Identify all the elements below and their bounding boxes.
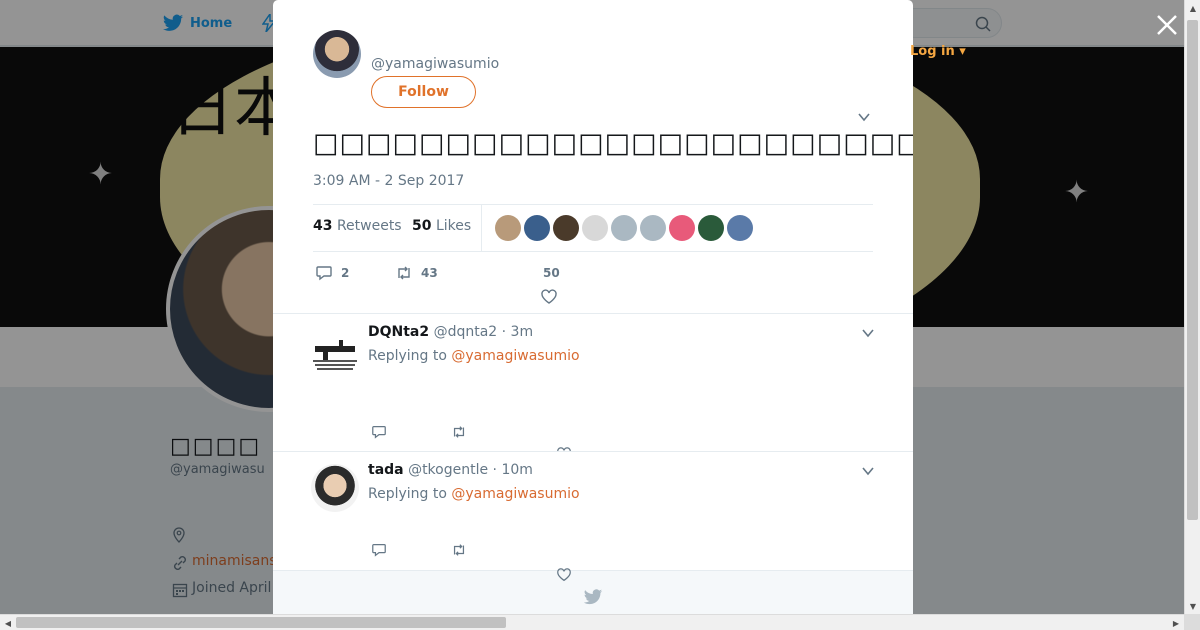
chevron-down-icon[interactable] <box>861 464 875 478</box>
reply-author-handle: @dqnta2 <box>433 324 498 340</box>
reply-time[interactable]: · 10m <box>493 462 533 478</box>
liker-avatar[interactable] <box>698 215 724 241</box>
likes-label: Likes <box>435 218 472 234</box>
heart-icon[interactable] <box>540 288 558 306</box>
reply-icon[interactable] <box>371 424 387 440</box>
scroll-up-arrow-icon[interactable]: ▲ <box>1185 0 1200 16</box>
reply-time[interactable]: · 3m <box>502 324 533 340</box>
retweet-action[interactable]: 43 <box>395 264 438 282</box>
likes-stat[interactable]: 50 Likes <box>412 218 471 234</box>
reply-avatar[interactable] <box>311 464 359 512</box>
tweet-actions: 2 43 50 <box>313 262 873 304</box>
close-icon[interactable] <box>1154 12 1180 38</box>
replying-to-handle[interactable]: @yamagiwasumio <box>451 348 579 364</box>
tweet-stats: 43 Retweets 50 Likes <box>313 204 873 252</box>
like-count: 50 <box>543 266 560 280</box>
replying-to: Replying to @yamagiwasumio <box>368 486 580 502</box>
heart-icon[interactable] <box>556 567 572 583</box>
liker-avatar[interactable] <box>582 215 608 241</box>
liker-avatar[interactable] <box>553 215 579 241</box>
liker-avatar[interactable] <box>640 215 666 241</box>
follow-button[interactable]: Follow <box>371 76 476 108</box>
tweet-timestamp[interactable]: 3:09 AM - 2 Sep 2017 <box>313 173 464 189</box>
retweet-icon[interactable] <box>451 424 467 440</box>
scroll-right-arrow-icon[interactable]: ▶ <box>1168 615 1184 630</box>
chevron-down-icon[interactable] <box>861 326 875 340</box>
liker-avatar[interactable] <box>727 215 753 241</box>
reply-icon <box>316 266 332 281</box>
vertical-scrollbar[interactable]: ▲ ▼ <box>1184 0 1200 614</box>
reply-author[interactable]: DQNta2 @dqnta2 · 3m <box>368 324 533 340</box>
reply-author-name: tada <box>368 462 404 478</box>
liker-avatar[interactable] <box>669 215 695 241</box>
retweet-icon <box>398 266 410 280</box>
scrollbar-corner <box>1184 614 1200 630</box>
chevron-down-icon[interactable] <box>857 110 871 124</box>
tweet-text: □□□□□□□□□□□□□□□□□□□□□□□□□□□□□□□□□□□□□□□□… <box>313 128 913 159</box>
tweet-modal: @yamagiwasumio Follow □□□□□□□□□□□□□□□□□□… <box>273 0 913 614</box>
twitter-bird-icon <box>583 589 603 605</box>
reply-author[interactable]: tada @tkogentle · 10m <box>368 462 533 478</box>
stats-divider <box>481 205 482 251</box>
liker-avatars <box>495 215 753 241</box>
author-avatar[interactable] <box>313 30 361 78</box>
horizontal-scrollbar[interactable]: ◀ ▶ <box>0 614 1184 630</box>
reply-icon[interactable] <box>371 542 387 558</box>
reply-author-name: DQNta2 <box>368 324 430 340</box>
liker-avatar[interactable] <box>611 215 637 241</box>
retweets-label: Retweets <box>336 218 402 234</box>
rifle-logo-icon <box>313 340 357 370</box>
retweets-stat[interactable]: 43 Retweets <box>313 218 402 234</box>
liker-avatar[interactable] <box>524 215 550 241</box>
likes-count: 50 <box>412 218 432 234</box>
login-link[interactable]: Log in ▾ <box>910 44 966 59</box>
retweets-count: 43 <box>313 218 333 234</box>
reply-tweet[interactable]: DQNta2 @dqnta2 · 3m Replying to @yamagiw… <box>273 313 913 461</box>
retweet-count: 43 <box>421 266 438 280</box>
replying-to-handle[interactable]: @yamagiwasumio <box>451 486 579 502</box>
author-handle[interactable]: @yamagiwasumio <box>371 56 499 72</box>
replying-prefix: Replying to <box>368 486 447 502</box>
liker-avatar[interactable] <box>495 215 521 241</box>
reply-author-handle: @tkogentle <box>408 462 489 478</box>
retweet-icon[interactable] <box>451 542 467 558</box>
replying-to: Replying to @yamagiwasumio <box>368 348 580 364</box>
reply-tweet[interactable]: tada @tkogentle · 10m Replying to @yamag… <box>273 451 913 570</box>
reply-count: 2 <box>341 266 350 280</box>
vertical-scroll-thumb[interactable] <box>1187 20 1198 520</box>
reply-action[interactable]: 2 <box>315 264 349 282</box>
scroll-down-arrow-icon[interactable]: ▼ <box>1185 598 1200 614</box>
replying-prefix: Replying to <box>368 348 447 364</box>
modal-footer <box>273 567 913 614</box>
reply-avatar[interactable] <box>311 330 359 378</box>
scroll-left-arrow-icon[interactable]: ◀ <box>0 615 16 630</box>
horizontal-scroll-thumb[interactable] <box>16 617 506 628</box>
